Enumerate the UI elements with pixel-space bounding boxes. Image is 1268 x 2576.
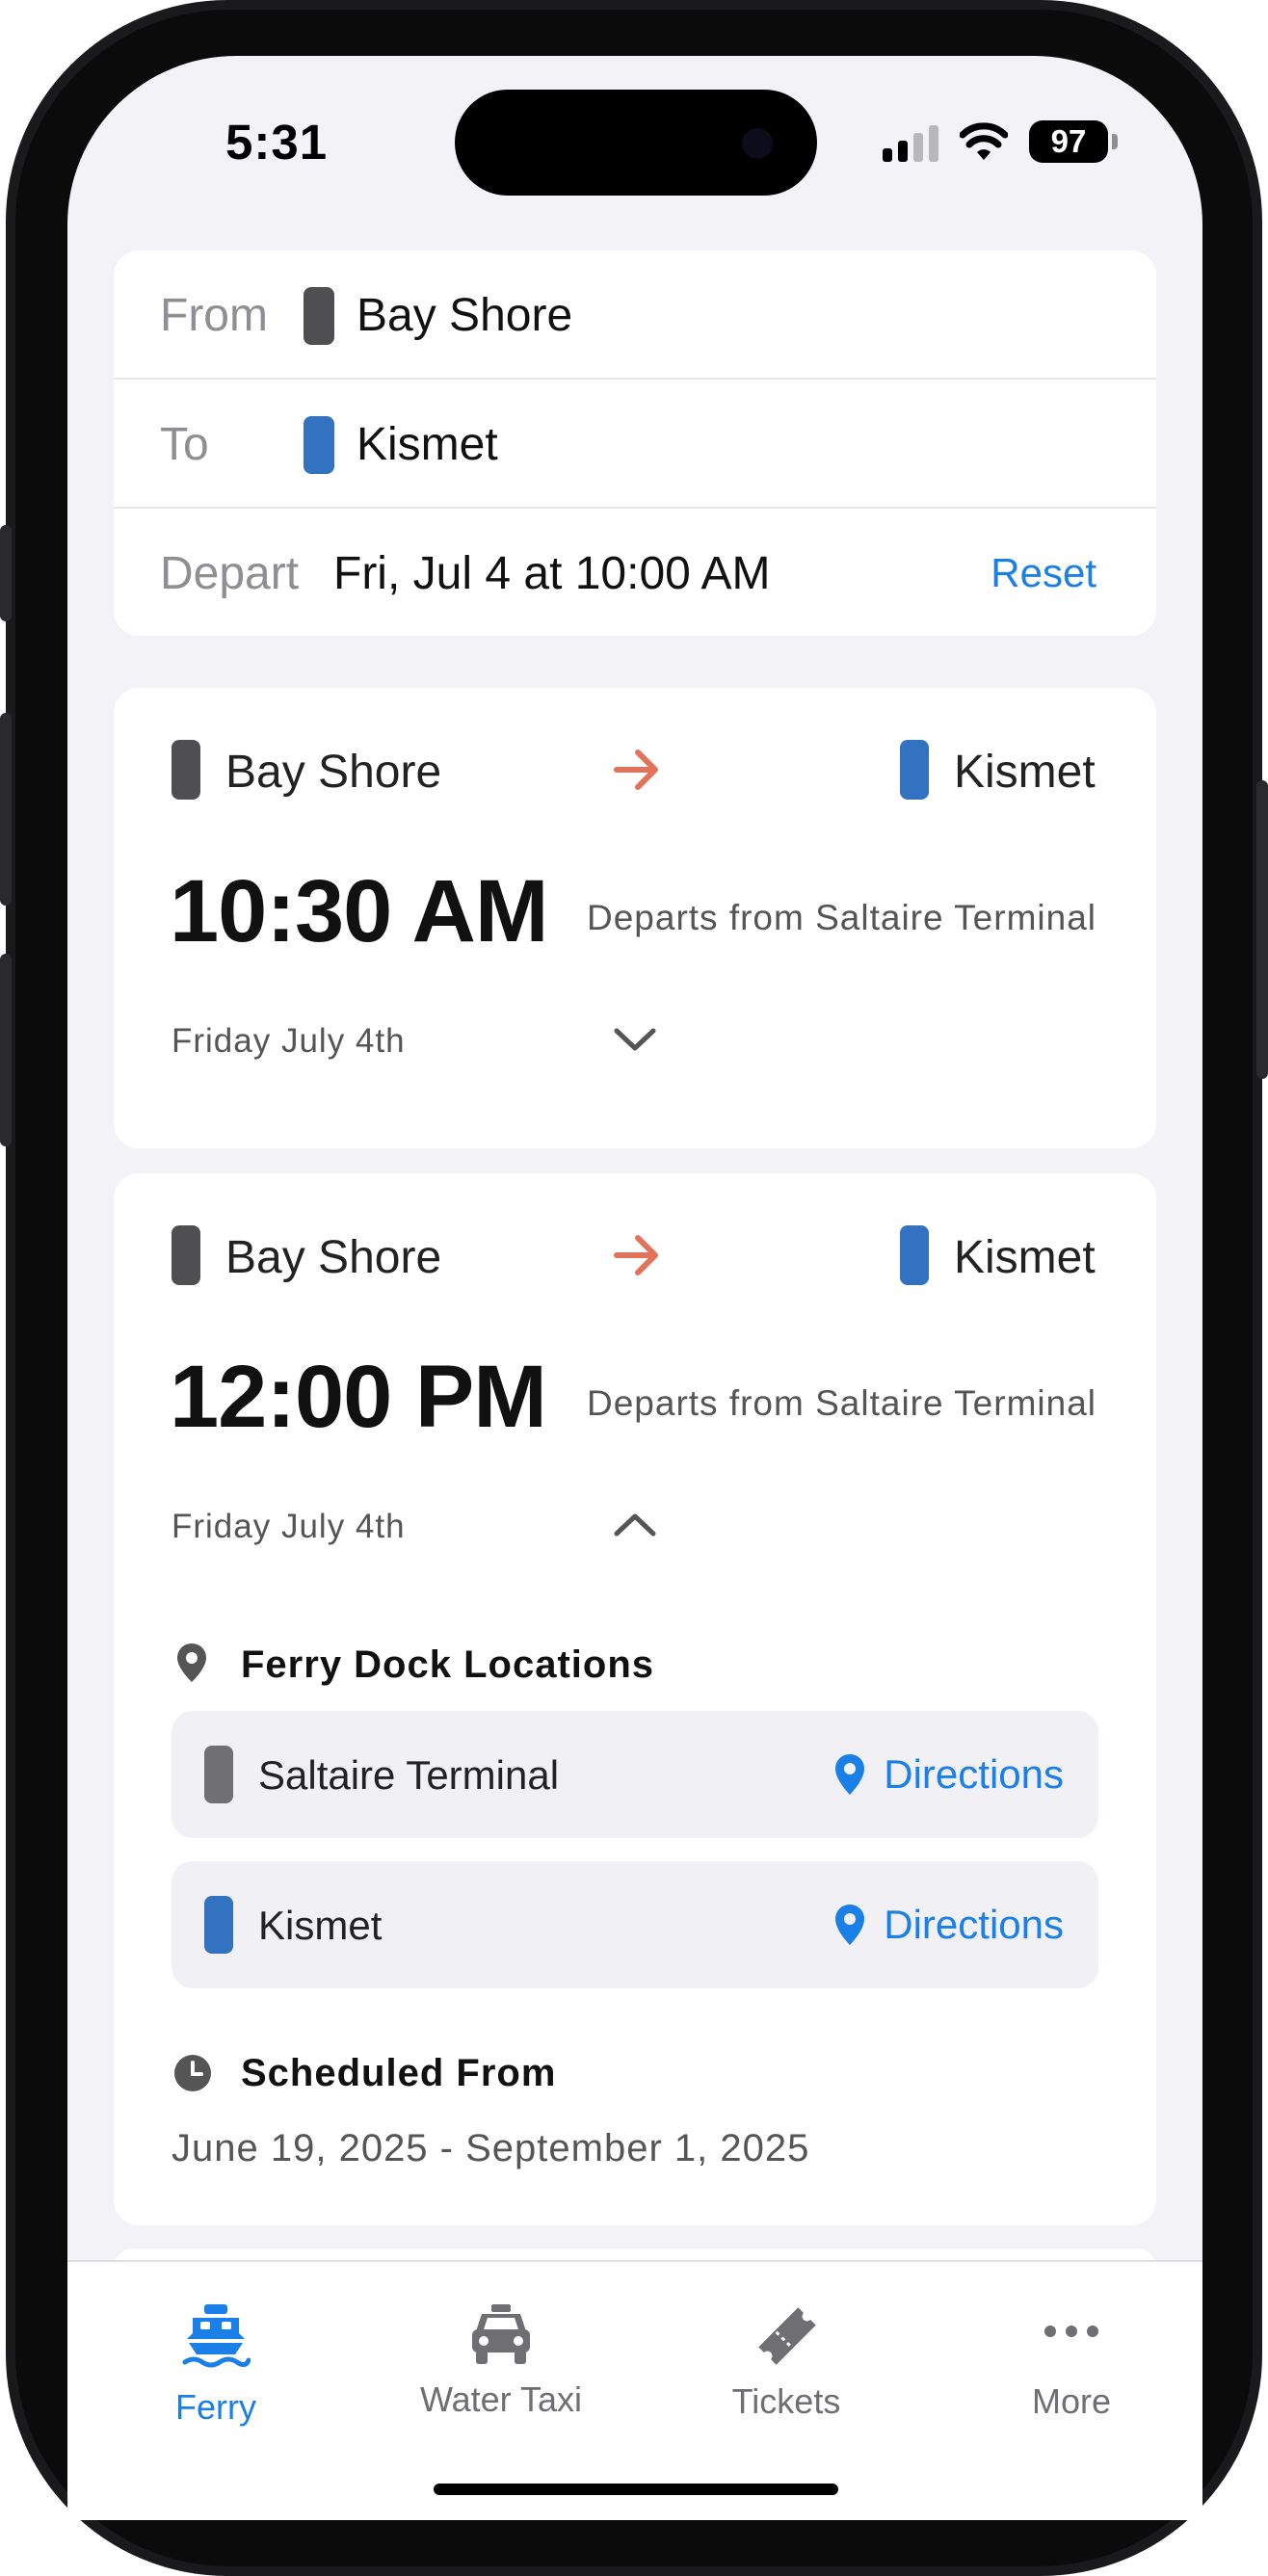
arrow-right-icon <box>614 1235 658 1275</box>
dock-name: Kismet <box>258 1903 383 1948</box>
reset-button[interactable]: Reset <box>991 550 1096 596</box>
depart-value: Fri, Jul 4 at 10:00 AM <box>333 548 771 599</box>
destination-marker <box>900 1225 929 1285</box>
from-row[interactable]: From Bay Shore <box>114 250 1156 378</box>
map-pin-icon <box>835 1905 865 1945</box>
map-pin-icon <box>835 1754 865 1795</box>
dock-location-row: Kismet Directions <box>172 1861 1098 1988</box>
depart-row[interactable]: Depart Fri, Jul 4 at 10:00 AM Reset <box>114 509 1156 636</box>
directions-label: Directions <box>884 1902 1064 1947</box>
departure-time: 10:30 AM <box>170 862 549 960</box>
volume-up-button <box>0 713 12 906</box>
tab-label: Ferry <box>175 2387 256 2427</box>
home-indicator[interactable] <box>434 2484 838 2495</box>
tab-label: Tickets <box>731 2381 841 2421</box>
departure-time: 12:00 PM <box>170 1348 547 1446</box>
search-card: From Bay Shore To Kismet Depart Fri, Jul… <box>114 250 1156 636</box>
tab-bar: Ferry Water Taxi Tickets More <box>67 2260 1202 2520</box>
dock-location-row: Saltaire Terminal Directions <box>172 1711 1098 1838</box>
taxi-icon <box>472 2304 530 2364</box>
scheduled-from-heading: Scheduled From <box>241 2052 557 2094</box>
trip-date: Friday July 4th <box>172 1508 406 1545</box>
destination-marker <box>304 416 334 474</box>
origin-marker <box>172 1225 200 1285</box>
front-camera <box>742 128 773 159</box>
battery-tip <box>1112 134 1118 149</box>
trip-origin: Bay Shore <box>225 747 442 798</box>
more-icon <box>1044 2326 1098 2337</box>
trip-date: Friday July 4th <box>172 1022 406 1060</box>
tab-label: Water Taxi <box>419 2379 583 2419</box>
trip-destination: Kismet <box>954 747 1096 798</box>
dock-locations-heading: Ferry Dock Locations <box>241 1643 655 1686</box>
chevron-up-icon[interactable] <box>613 1511 657 1539</box>
tab-label: More <box>1031 2381 1112 2421</box>
dock-name: Saltaire Terminal <box>258 1752 560 1798</box>
directions-button[interactable]: Directions <box>833 1748 1064 1801</box>
tab-water-taxi[interactable]: Water Taxi <box>395 2300 607 2455</box>
to-value: Kismet <box>357 419 498 470</box>
volume-down-button <box>0 954 12 1146</box>
tab-tickets[interactable]: Tickets <box>680 2300 892 2455</box>
trip-card-expanded[interactable]: Bay Shore Kismet 12:00 PM Departs from S… <box>114 1173 1156 2225</box>
location-pin-icon <box>177 1643 206 1682</box>
trip-destination: Kismet <box>954 1232 1096 1283</box>
cellular-signal-icon <box>883 125 940 162</box>
tab-ferry[interactable]: Ferry <box>110 2300 322 2455</box>
destination-marker <box>900 740 929 800</box>
to-row[interactable]: To Kismet <box>114 380 1156 507</box>
destination-marker <box>204 1896 233 1954</box>
action-button <box>0 525 12 621</box>
trip-origin: Bay Shore <box>225 1232 442 1283</box>
status-time: 5:31 <box>225 115 329 170</box>
depart-label: Depart <box>160 548 300 599</box>
from-label: From <box>160 290 268 341</box>
origin-marker <box>304 287 334 345</box>
origin-marker <box>204 1746 233 1803</box>
departs-from-note: Departs from Saltaire Terminal <box>587 898 1096 937</box>
arrow-right-icon <box>614 749 658 790</box>
directions-label: Directions <box>884 1751 1064 1797</box>
trip-card[interactable]: Bay Shore Kismet 10:30 AM Departs from S… <box>114 688 1156 1148</box>
schedule-range: June 19, 2025 - September 1, 2025 <box>172 2127 810 2169</box>
chevron-down-icon[interactable] <box>613 1025 657 1054</box>
power-button <box>1256 780 1268 1079</box>
from-value: Bay Shore <box>357 290 573 341</box>
directions-button[interactable]: Directions <box>833 1898 1064 1952</box>
origin-marker <box>172 740 200 800</box>
clock-icon <box>174 2055 211 2091</box>
to-label: To <box>160 419 209 470</box>
ferry-icon <box>182 2304 251 2368</box>
tab-more[interactable]: More <box>965 2300 1177 2455</box>
ticket-icon <box>758 2307 816 2365</box>
wifi-icon <box>960 122 1008 160</box>
departs-from-note: Departs from Saltaire Terminal <box>587 1383 1096 1423</box>
battery-indicator: 97 <box>1029 120 1108 163</box>
